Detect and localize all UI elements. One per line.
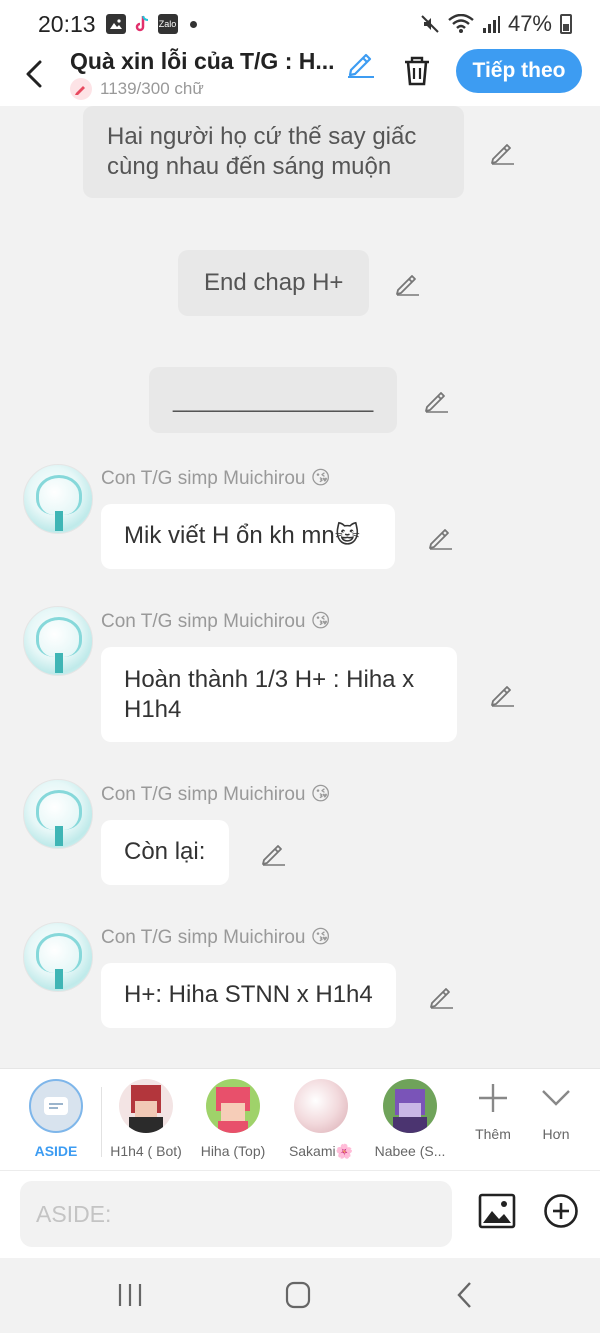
word-count-text: 1139/300 chữ (100, 79, 204, 98)
word-count: 1139/300 chữ (70, 78, 204, 100)
narration-text: Hai người họ cứ thế say giấc cùng nhau đ… (107, 123, 417, 180)
character-aside[interactable]: ASIDE (12, 1079, 100, 1159)
character-avatar (294, 1079, 348, 1133)
character-avatar[interactable] (23, 922, 93, 992)
edit-message-icon[interactable] (424, 387, 450, 413)
narration-text: _______________ (173, 386, 374, 413)
status-time: 20:13 (38, 10, 96, 37)
narration-text: End chap H+ (204, 269, 344, 296)
character-selector: ASIDE H1h4 ( Bot) Hiha (Top) Sakami🌸 Nab… (0, 1068, 600, 1170)
character-avatar (383, 1079, 437, 1133)
sender-name: Con T/G simp Muichirou 😘 (101, 468, 331, 489)
home-icon[interactable] (278, 1280, 318, 1310)
character-label: Sakami🌸 (288, 1143, 354, 1159)
character-sakami[interactable]: Sakami🌸 (277, 1079, 365, 1160)
message-bubble[interactable]: Hoàn thành 1/3 H+ : Hiha x H1h4 (101, 647, 457, 742)
message-bubble[interactable]: Còn lại: (101, 820, 229, 885)
chat-area[interactable]: Hai người họ cứ thế say giấc cùng nhau đ… (0, 106, 600, 1068)
signal-icon (482, 16, 500, 33)
character-avatar[interactable] (23, 779, 93, 849)
character-avatar (206, 1079, 260, 1133)
message-text: H+: Hiha STNN x H1h4 (124, 981, 373, 1008)
tiktok-notification-icon (131, 14, 152, 34)
message-text: Mik viết H ổn kh mn😺 (124, 522, 360, 549)
edit-message-icon[interactable] (428, 524, 454, 550)
story-title: Quà xin lỗi của T/G : H... (70, 48, 335, 74)
back-nav-icon[interactable] (446, 1280, 486, 1310)
character-label: Hiha (Top) (200, 1143, 266, 1159)
add-character-label: Thêm (475, 1126, 511, 1142)
zalo-notification-icon: Zalo (157, 14, 178, 34)
insert-image-button[interactable] (478, 1193, 516, 1229)
narration-bubble[interactable]: _______________ (149, 367, 397, 433)
pencil-icon (348, 53, 374, 78)
narration-bubble[interactable]: End chap H+ (178, 250, 369, 316)
more-notifications-dot (189, 20, 197, 28)
battery-icon (560, 14, 572, 34)
narration-bubble[interactable]: Hai người họ cứ thế say giấc cùng nhau đ… (83, 106, 464, 198)
add-button[interactable] (543, 1193, 579, 1229)
character-hiha[interactable]: Hiha (Top) (189, 1079, 277, 1159)
edit-message-icon[interactable] (395, 270, 421, 296)
notification-icons: Zalo (105, 14, 197, 34)
edit-message-icon[interactable] (490, 139, 516, 165)
edit-message-icon[interactable] (490, 681, 516, 707)
sender-name: Con T/G simp Muichirou 😘 (101, 784, 331, 805)
message-bubble[interactable]: Mik viết H ổn kh mn😺 (101, 504, 395, 569)
plus-icon (479, 1084, 507, 1112)
message-input[interactable] (20, 1181, 452, 1247)
add-character-button[interactable]: Thêm (458, 1081, 528, 1142)
system-status: 47% (420, 11, 572, 37)
image-icon (478, 1193, 516, 1229)
message-bubble[interactable]: H+: Hiha STNN x H1h4 (101, 963, 396, 1028)
trash-icon (405, 56, 429, 86)
sender-name: Con T/G simp Muichirou 😘 (101, 611, 331, 632)
character-avatar (119, 1079, 173, 1133)
battery-percent: 47% (507, 11, 552, 36)
wifi-icon (448, 14, 474, 33)
character-h1h4[interactable]: H1h4 ( Bot) (102, 1079, 190, 1159)
composer (0, 1170, 600, 1258)
plus-circle-icon (544, 1194, 578, 1228)
character-avatar[interactable] (23, 464, 93, 534)
word-count-pencil-icon (70, 78, 92, 100)
system-nav-bar (0, 1258, 600, 1333)
sender-name: Con T/G simp Muichirou 😘 (101, 927, 331, 948)
collapse-label: Hơn (542, 1126, 570, 1142)
character-label: Nabee (S... (374, 1143, 446, 1159)
collapse-button[interactable]: Hơn (521, 1081, 591, 1142)
character-label: ASIDE (34, 1143, 78, 1159)
delete-button[interactable] (400, 54, 434, 88)
edit-message-icon[interactable] (429, 983, 455, 1009)
edit-message-icon[interactable] (261, 840, 287, 866)
message-text: Còn lại: (124, 838, 206, 865)
mute-icon (421, 15, 439, 33)
next-button[interactable]: Tiếp theo (456, 49, 582, 93)
editor-header: Quà xin lỗi của T/G : H... 1139/300 chữ … (0, 48, 600, 106)
back-button[interactable] (16, 54, 52, 94)
character-avatar[interactable] (23, 606, 93, 676)
character-nabee[interactable]: Nabee (S... (366, 1079, 454, 1159)
message-text: Hoàn thành 1/3 H+ : Hiha x H1h4 (124, 666, 415, 723)
recent-apps-icon[interactable] (110, 1280, 150, 1310)
aside-avatar (29, 1079, 83, 1133)
status-bar: 20:13 Zalo 47% (0, 0, 600, 48)
chevron-down-icon (542, 1090, 570, 1106)
edit-title-button[interactable] (346, 48, 376, 78)
gallery-notification-icon (105, 14, 126, 34)
aside-icon (44, 1097, 68, 1115)
character-label: H1h4 ( Bot) (110, 1143, 182, 1159)
back-arrow-icon (26, 60, 42, 88)
